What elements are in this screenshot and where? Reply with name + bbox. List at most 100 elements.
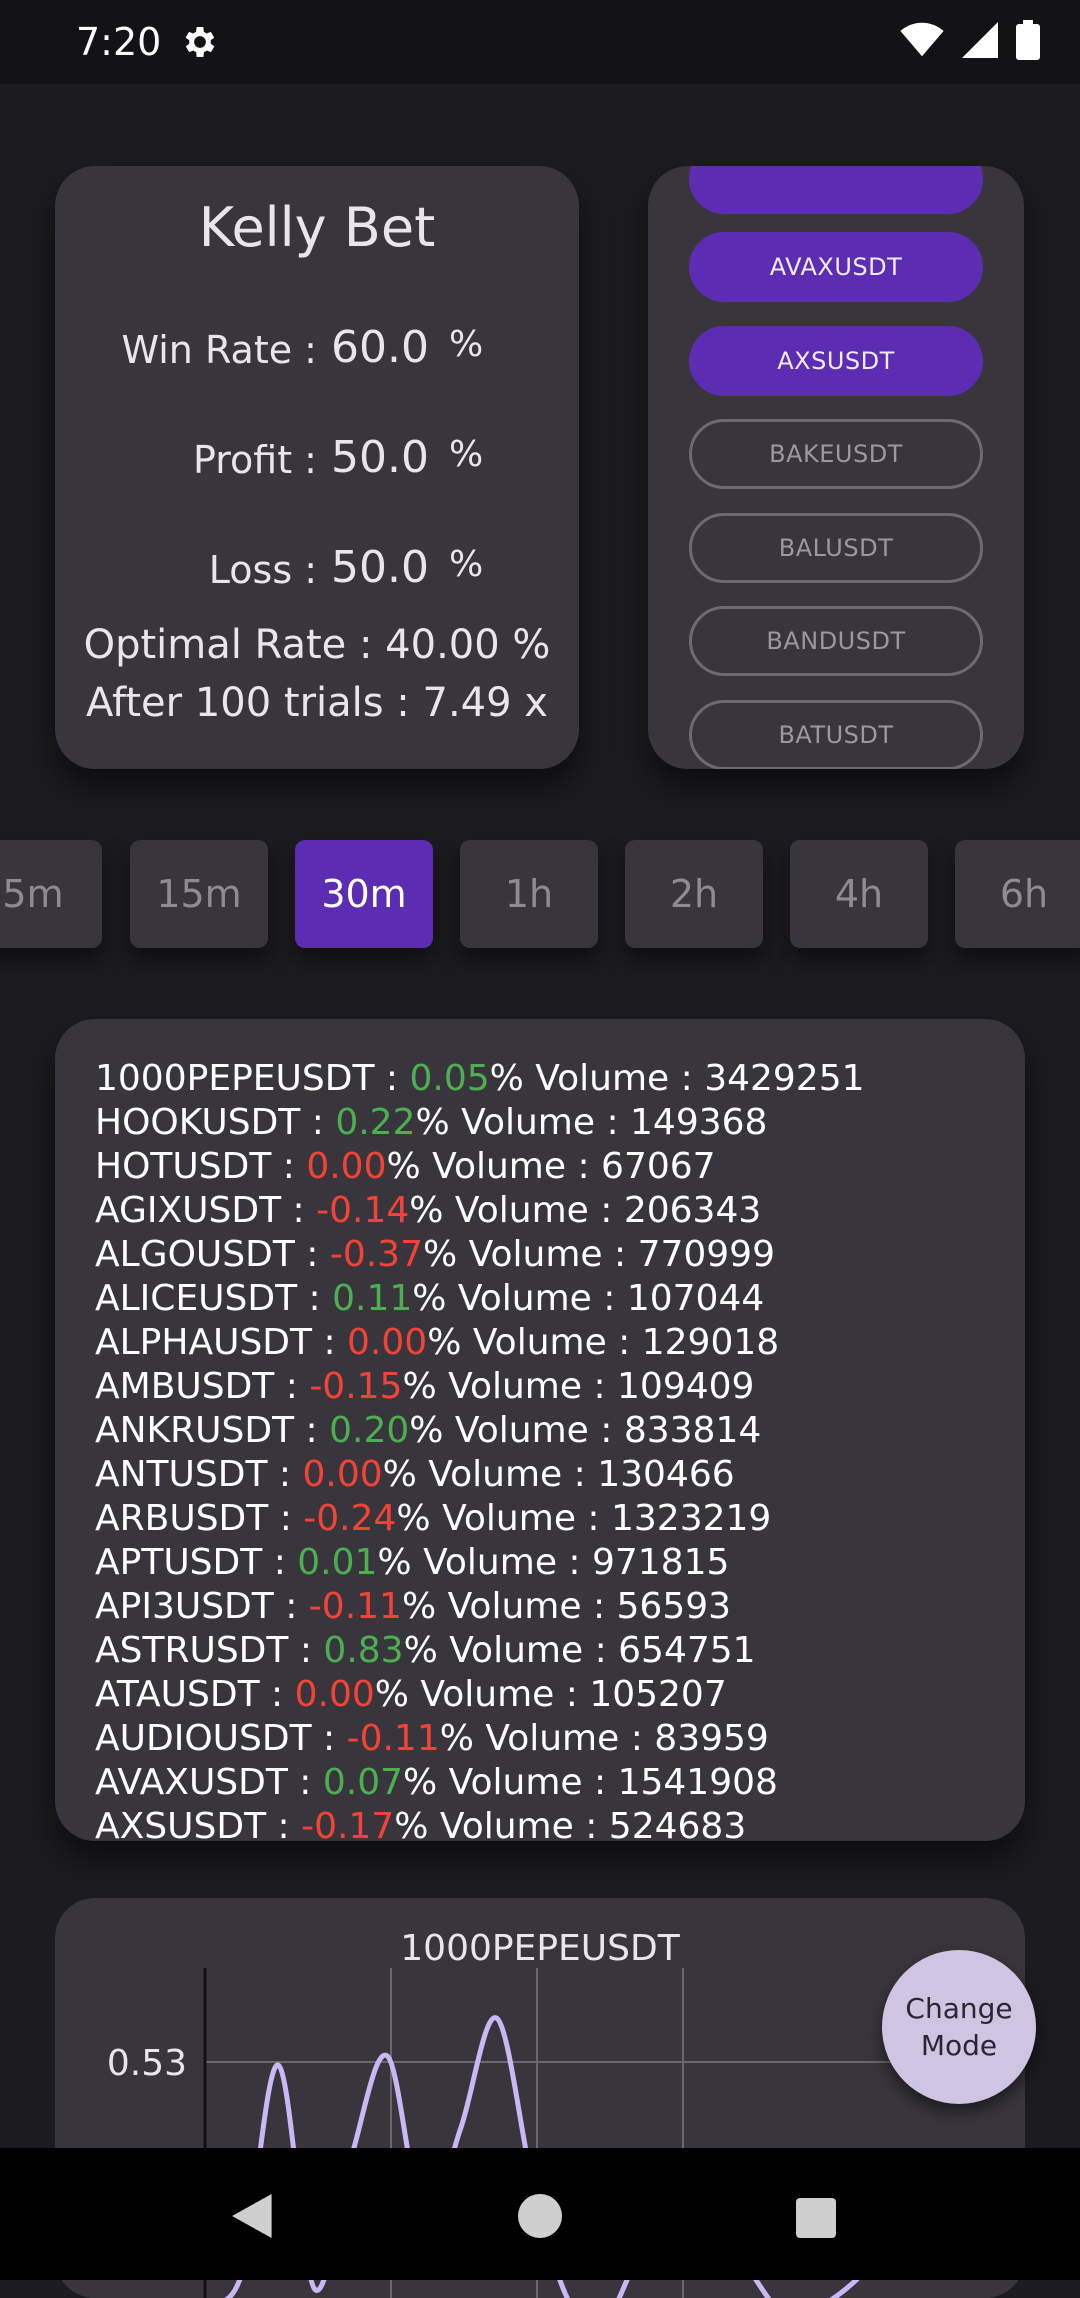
chart-y-tick-label: 0.53: [107, 2043, 187, 2084]
ticker-volume-label: % Volume :: [427, 1322, 642, 1363]
ticker-volume: 524683: [608, 1806, 747, 1841]
ticker-volume-label: % Volume :: [377, 1542, 592, 1583]
ticker-row: ATAUSDT : 0.00% Volume : 105207: [95, 1673, 865, 1717]
profit-row: Profit : 50.0 %: [55, 428, 579, 498]
loss-label: Loss :: [208, 548, 317, 592]
symbol-button[interactable]: BAKEUSDT: [689, 419, 983, 489]
interval-tab-2h[interactable]: 2h: [625, 840, 763, 948]
ticker-separator: :: [300, 1102, 336, 1143]
profit-input[interactable]: 50.0: [331, 432, 429, 483]
settings-gear-icon: [185, 27, 215, 57]
ticker-separator: :: [294, 1234, 330, 1275]
ticker-volume: 83959: [654, 1718, 769, 1759]
ticker-row: ALPHAUSDT : 0.00% Volume : 129018: [95, 1321, 865, 1365]
ticker-volume: 130466: [597, 1454, 735, 1495]
symbol-button[interactable]: AVAXUSDT: [689, 232, 983, 302]
symbol-list[interactable]: AVAXUSDT AXSUSDT BAKEUSDT BALUSDT BANDUS…: [648, 166, 1024, 769]
ticker-row: ARBUSDT : -0.24% Volume : 1323219: [95, 1497, 865, 1541]
ticker-volume-label: % Volume :: [423, 1234, 638, 1275]
symbol-button-partial[interactable]: [689, 166, 983, 214]
ticker-symbol: ASTRUSDT: [95, 1630, 289, 1671]
loss-unit: %: [449, 544, 484, 585]
interval-tab-1h[interactable]: 1h: [460, 840, 598, 948]
ticker-row: HOOKUSDT : 0.22% Volume : 149368: [95, 1101, 865, 1145]
interval-tab-5m[interactable]: 5m: [0, 840, 102, 948]
win-rate-input[interactable]: 60.0: [331, 322, 429, 373]
ticker-volume-label: % Volume :: [409, 1410, 624, 1451]
ticker-row: AXSUSDT : -0.17% Volume : 524683: [95, 1805, 865, 1841]
status-icons: [900, 20, 1040, 60]
ticker-volume: 149368: [630, 1102, 768, 1143]
ticker-separator: :: [259, 1674, 295, 1715]
ticker-change: -0.24: [303, 1498, 397, 1539]
ticker-volume-label: % Volume :: [386, 1146, 602, 1187]
interval-tab-6h[interactable]: 6h: [955, 840, 1080, 948]
ticker-volume: 206343: [623, 1190, 762, 1231]
ticker-symbol: AVAXUSDT: [95, 1762, 288, 1803]
ticker-change: -0.37: [329, 1234, 423, 1275]
ticker-symbol: ANTUSDT: [95, 1454, 268, 1495]
ticker-volume-label: % Volume :: [409, 1190, 624, 1231]
cell-signal-icon: [962, 22, 998, 58]
recent-apps-icon[interactable]: [796, 2198, 836, 2238]
ticker-volume-label: % Volume :: [439, 1718, 655, 1759]
navigation-bar: [0, 2148, 1080, 2280]
optimal-rate-text: Optimal Rate : 40.00 %: [83, 622, 551, 668]
ticker-separator: :: [294, 1410, 330, 1451]
ticker-row: AGIXUSDT : -0.14% Volume : 206343: [95, 1189, 865, 1233]
ticker-change: 0.00: [306, 1146, 387, 1187]
ticker-separator: :: [274, 1366, 310, 1407]
ticker-symbol: APTUSDT: [95, 1542, 263, 1583]
status-time: 7:20: [76, 20, 162, 64]
ticker-volume: 67067: [601, 1146, 716, 1187]
ticker-volume-label: % Volume :: [402, 1366, 618, 1407]
home-icon[interactable]: [518, 2194, 562, 2238]
ticker-volume: 107044: [626, 1278, 765, 1319]
ticker-volume-label: % Volume :: [403, 1630, 619, 1671]
interval-tab-4h[interactable]: 4h: [790, 840, 928, 948]
ticker-list-card[interactable]: 1000PEPEUSDT : 0.05% Volume : 3429251 HOO…: [55, 1019, 1025, 1841]
ticker-separator: :: [281, 1190, 317, 1231]
symbol-button[interactable]: BATUSDT: [689, 700, 983, 769]
ticker-volume-label: % Volume :: [374, 1674, 590, 1715]
ticker-symbol: ATAUSDT: [95, 1674, 260, 1715]
interval-tab-15m[interactable]: 15m: [130, 840, 268, 948]
ticker-separator: :: [297, 1278, 333, 1319]
ticker-symbol: AGIXUSDT: [95, 1190, 282, 1231]
ticker-change: 0.07: [322, 1762, 404, 1803]
ticker-separator: :: [271, 1146, 307, 1187]
symbol-button[interactable]: AXSUSDT: [689, 326, 983, 396]
ticker-symbol: API3USDT: [95, 1586, 274, 1627]
ticker-volume-label: % Volume :: [403, 1762, 618, 1803]
symbol-button[interactable]: BANDUSDT: [689, 606, 983, 676]
ticker-volume-label: % Volume :: [396, 1498, 611, 1539]
change-mode-label-line1: Change: [905, 1992, 1013, 2025]
ticker-volume-label: % Volume :: [401, 1586, 617, 1627]
ticker-row: 1000PEPEUSDT : 0.05% Volume : 3429251: [95, 1057, 865, 1101]
ticker-separator: :: [268, 1498, 304, 1539]
loss-row: Loss : 50.0 %: [55, 538, 579, 608]
ticker-volume: 105207: [589, 1674, 727, 1715]
ticker-volume: 3429251: [704, 1058, 865, 1099]
ticker-change: -0.15: [309, 1366, 403, 1407]
symbol-button[interactable]: BALUSDT: [689, 513, 983, 583]
ticker-volume: 109409: [617, 1366, 755, 1407]
after-trials-text: After 100 trials : 7.49 x: [86, 680, 548, 726]
back-icon[interactable]: [232, 2194, 276, 2238]
ticker-volume: 1541908: [617, 1762, 778, 1803]
win-rate-row: Win Rate : 60.0 %: [55, 318, 579, 388]
change-mode-button[interactable]: Change Mode: [882, 1950, 1036, 2104]
ticker-separator: :: [374, 1058, 410, 1099]
profit-label: Profit :: [192, 438, 317, 482]
interval-tab-30m[interactable]: 30m: [295, 840, 433, 948]
ticker-symbol: HOTUSDT: [95, 1146, 272, 1187]
ticker-volume-label: % Volume :: [382, 1454, 598, 1495]
ticker-symbol: ALICEUSDT: [95, 1278, 298, 1319]
ticker-volume: 770999: [637, 1234, 775, 1275]
loss-input[interactable]: 50.0: [331, 542, 429, 593]
ticker-volume: 129018: [641, 1322, 780, 1363]
ticker-separator: :: [273, 1586, 309, 1627]
ticker-row: AMBUSDT : -0.15% Volume : 109409: [95, 1365, 865, 1409]
ticker-change: 0.20: [329, 1410, 410, 1451]
ticker-symbol: ALPHAUSDT: [95, 1322, 313, 1363]
